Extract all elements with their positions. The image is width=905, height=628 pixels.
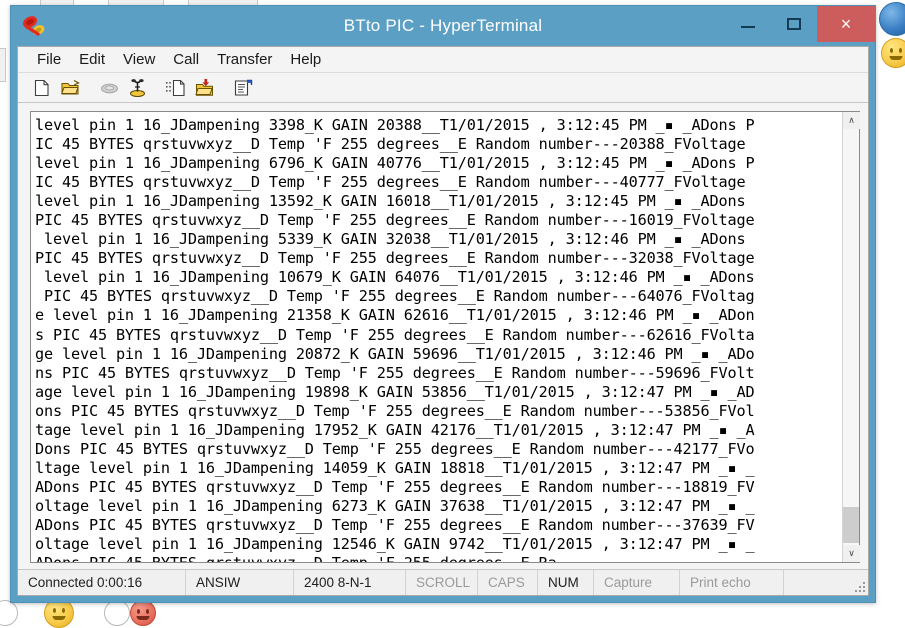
minimize-icon bbox=[741, 26, 755, 28]
terminal-line: ns PIC 45 BYTES qrstuvwxyz__D Temp 'F 25… bbox=[35, 364, 842, 383]
terminal-line: age level pin 1 16_JDampening 19898_K GA… bbox=[35, 383, 842, 402]
window-title-bar[interactable]: BTto PIC - HyperTerminal × bbox=[11, 6, 875, 46]
terminal-line: level pin 1 16_JDampening 6796_K GAIN 40… bbox=[35, 154, 842, 173]
maximize-button[interactable] bbox=[771, 6, 817, 42]
terminal-scrollbar[interactable]: ∧ ∨ bbox=[842, 112, 859, 562]
background-white-circle-left bbox=[0, 600, 18, 626]
background-red-face-bottom bbox=[130, 600, 156, 626]
terminal-line: oltage level pin 1 16_JDampening 12546_K… bbox=[35, 535, 842, 554]
terminal-line: level pin 1 16_JDampening 10679_K GAIN 6… bbox=[35, 268, 842, 287]
status-caps-lock: CAPS bbox=[478, 570, 538, 595]
close-icon: × bbox=[841, 14, 852, 35]
maximize-icon bbox=[787, 18, 801, 30]
properties-icon[interactable] bbox=[231, 76, 255, 99]
terminal-line: IC 45 BYTES qrstuvwxyz__D Temp 'F 255 de… bbox=[35, 135, 842, 154]
new-connection-icon[interactable] bbox=[30, 76, 54, 99]
scroll-down-arrow-icon[interactable]: ∨ bbox=[843, 545, 860, 562]
status-filler bbox=[784, 570, 868, 595]
open-folder-icon[interactable] bbox=[58, 76, 82, 99]
terminal-pane[interactable]: level pin 1 16_JDampening 3398_K GAIN 20… bbox=[30, 111, 860, 563]
terminal-line: s PIC 45 BYTES qrstuvwxyz__D Temp 'F 255… bbox=[35, 326, 842, 345]
scrollbar-thumb[interactable] bbox=[843, 507, 859, 543]
menu-item-help[interactable]: Help bbox=[281, 49, 330, 70]
background-yellow-face-icon bbox=[881, 38, 905, 68]
window-controls: × bbox=[725, 6, 875, 42]
terminal-line: oltage level pin 1 16_JDampening 6273_K … bbox=[35, 497, 842, 516]
send-file-icon[interactable] bbox=[164, 76, 188, 99]
minimize-button[interactable] bbox=[725, 6, 771, 42]
window-client-area: File Edit View Call Transfer Help bbox=[17, 46, 869, 596]
status-emulation: ANSIW bbox=[186, 570, 294, 595]
toolbar bbox=[18, 73, 868, 103]
hyperterminal-phone-icon bbox=[21, 14, 47, 38]
terminal-line: ADons PIC 45 BYTES qrstuvwxyz__D Temp 'F… bbox=[35, 516, 842, 535]
menu-bar: File Edit View Call Transfer Help bbox=[18, 47, 868, 73]
terminal-line: PIC 45 BYTES qrstuvwxyz__D Temp 'F 255 d… bbox=[35, 287, 842, 306]
terminal-line: IC 45 BYTES qrstuvwxyz__D Temp 'F 255 de… bbox=[35, 173, 842, 192]
terminal-line: PIC 45 BYTES qrstuvwxyz__D Temp 'F 255 d… bbox=[35, 211, 842, 230]
terminal-line: Dons PIC 45 BYTES qrstuvwxyz__D Temp 'F … bbox=[35, 440, 842, 459]
menu-item-file[interactable]: File bbox=[28, 49, 70, 70]
status-capture[interactable]: Capture bbox=[594, 570, 680, 595]
desktop-background: BTto PIC - HyperTerminal × File Edit Vie… bbox=[0, 0, 905, 628]
hyperterminal-window: BTto PIC - HyperTerminal × File Edit Vie… bbox=[10, 5, 876, 603]
background-white-circle-mid bbox=[104, 600, 130, 626]
receive-file-icon[interactable] bbox=[192, 76, 216, 99]
status-scroll-lock: SCROLL bbox=[406, 570, 478, 595]
status-line-settings: 2400 8-N-1 bbox=[294, 570, 406, 595]
terminal-line: e level pin 1 16_JDampening 21358_K GAIN… bbox=[35, 306, 842, 325]
resize-grip-icon[interactable] bbox=[853, 580, 865, 592]
status-print-echo[interactable]: Print echo bbox=[680, 570, 784, 595]
terminal-line: ge level pin 1 16_JDampening 20872_K GAI… bbox=[35, 345, 842, 364]
terminal-output[interactable]: level pin 1 16_JDampening 3398_K GAIN 20… bbox=[31, 112, 842, 562]
terminal-line: PIC 45 BYTES qrstuvwxyz__D Temp 'F 255 d… bbox=[35, 249, 842, 268]
background-blue-circle-icon bbox=[879, 2, 905, 36]
terminal-line: tage level pin 1 16_JDampening 17952_K G… bbox=[35, 421, 842, 440]
scroll-up-arrow-icon[interactable]: ∧ bbox=[843, 112, 860, 129]
terminal-line: level pin 1 16_JDampening 5339_K GAIN 32… bbox=[35, 230, 842, 249]
terminal-line: level pin 1 16_JDampening 13592_K GAIN 1… bbox=[35, 192, 842, 211]
terminal-line: ADons PIC 45 BYTES qrstuvwxyz__D Temp 'F… bbox=[35, 478, 842, 497]
background-square-left bbox=[0, 48, 6, 82]
disconnect-icon[interactable] bbox=[97, 76, 121, 99]
call-icon[interactable] bbox=[125, 76, 149, 99]
menu-item-view[interactable]: View bbox=[114, 49, 164, 70]
terminal-line: ltage level pin 1 16_JDampening 14059_K … bbox=[35, 459, 842, 478]
menu-item-call[interactable]: Call bbox=[164, 49, 208, 70]
scrollbar-track[interactable] bbox=[843, 129, 859, 545]
status-num-lock: NUM bbox=[538, 570, 594, 595]
status-connected: Connected 0:00:16 bbox=[18, 570, 186, 595]
menu-item-transfer[interactable]: Transfer bbox=[208, 49, 281, 70]
terminal-line: ons PIC 45 BYTES qrstuvwxyz__D Temp 'F 2… bbox=[35, 402, 842, 421]
terminal-line: ADons PIC 45 BYTES qrstuvwxyz__D Temp 'F… bbox=[35, 554, 842, 562]
terminal-line: level pin 1 16_JDampening 3398_K GAIN 20… bbox=[35, 116, 842, 135]
status-bar: Connected 0:00:16 ANSIW 2400 8-N-1 SCROL… bbox=[18, 569, 868, 595]
close-button[interactable]: × bbox=[817, 6, 875, 42]
menu-item-edit[interactable]: Edit bbox=[70, 49, 114, 70]
